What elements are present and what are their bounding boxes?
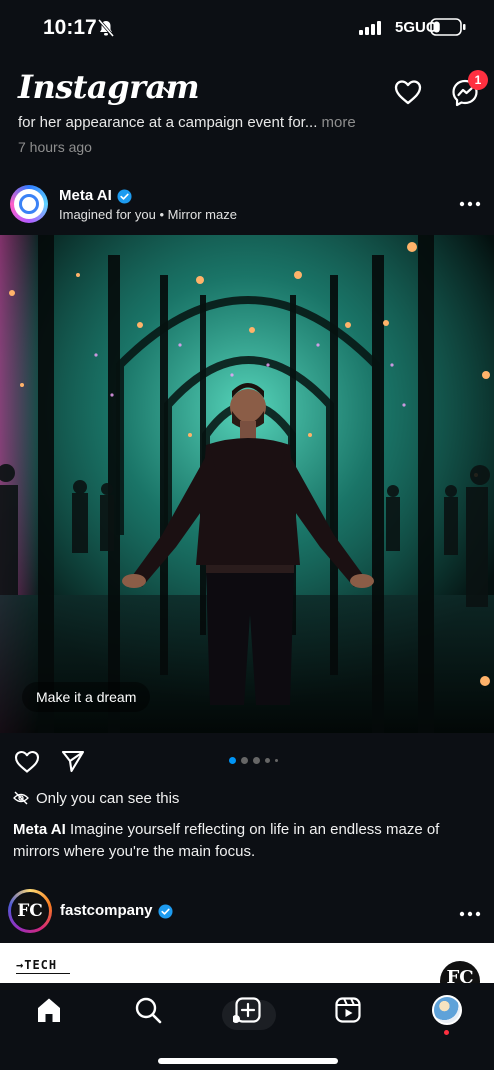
- caption-username[interactable]: Meta AI: [13, 821, 66, 838]
- notifications-heart-icon[interactable]: [393, 78, 423, 106]
- post-username[interactable]: Meta AI: [59, 187, 112, 204]
- silent-bell-icon: [97, 19, 115, 37]
- more-link[interactable]: more: [322, 114, 356, 131]
- more-options-icon[interactable]: [458, 904, 482, 924]
- post-caption: Meta AI Imagine yourself reflecting on l…: [13, 819, 483, 863]
- meta-ai-avatar[interactable]: [10, 185, 48, 223]
- bottom-tab-bar: [0, 983, 494, 1070]
- profile-notification-dot: [444, 1030, 449, 1035]
- search-icon[interactable]: [133, 995, 163, 1025]
- post-header: Meta AI Imagined for you • Mirror maze: [0, 180, 494, 232]
- card-logo: FC: [440, 961, 480, 983]
- privacy-text: Only you can see this: [36, 790, 180, 807]
- more-options-icon[interactable]: [458, 194, 482, 214]
- carousel-dot: [229, 757, 236, 764]
- battery-icon: [430, 18, 466, 36]
- carousel-indicator: [229, 757, 289, 765]
- mirror-maze-illustration: [0, 235, 494, 733]
- avatar-text: FC: [11, 892, 49, 930]
- verified-badge-icon: [158, 904, 173, 919]
- like-heart-icon[interactable]: [13, 748, 41, 774]
- share-send-icon[interactable]: [60, 748, 86, 774]
- post-image[interactable]: Make it a dream: [0, 235, 494, 733]
- app-header: Instagram 1: [0, 60, 494, 120]
- previous-post-caption: for her appearance at a campaign event f…: [18, 112, 488, 132]
- carousel-dot: [253, 757, 260, 764]
- carousel-dot: [265, 758, 270, 763]
- eye-off-icon: [13, 791, 29, 805]
- caption-text: for her appearance at a campaign event f…: [18, 114, 318, 131]
- signal-icon: [359, 21, 381, 35]
- make-it-a-dream-button[interactable]: Make it a dream: [22, 682, 151, 712]
- tag-underline: [16, 973, 70, 974]
- profile-avatar[interactable]: [432, 995, 462, 1025]
- reels-icon[interactable]: [333, 995, 363, 1025]
- card-tag: →TECH: [16, 958, 58, 972]
- battery-level: [433, 21, 440, 33]
- status-bar: 10:17 5GUC: [0, 0, 494, 56]
- post-subtitle: Imagined for you • Mirror maze: [59, 207, 237, 222]
- home-indicator: [158, 1058, 338, 1064]
- status-time: 10:17: [43, 16, 97, 39]
- verified-badge-icon: [117, 189, 132, 204]
- carousel-dot: [275, 759, 278, 762]
- next-post-image[interactable]: →TECH FC: [0, 943, 494, 983]
- notification-badge: 1: [468, 70, 488, 90]
- caption-text: Imagine yourself reflecting on life in a…: [13, 821, 440, 860]
- create-icon[interactable]: [233, 995, 263, 1025]
- home-icon[interactable]: [34, 995, 64, 1025]
- carousel-dot: [241, 757, 248, 764]
- chevron-down-icon[interactable]: [161, 84, 177, 98]
- next-post-username[interactable]: fastcompany: [60, 902, 153, 919]
- post-timestamp: 7 hours ago: [18, 139, 92, 155]
- fastcompany-avatar[interactable]: FC: [8, 889, 52, 933]
- next-post-header: FC fastcompany: [0, 888, 494, 938]
